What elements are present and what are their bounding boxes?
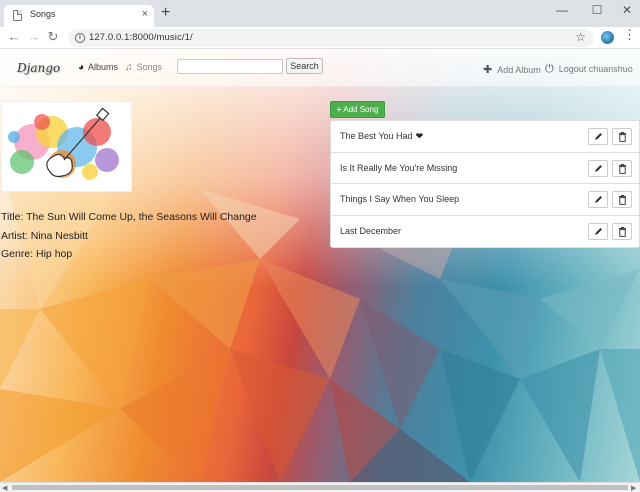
minimize-button[interactable]: — <box>552 3 572 17</box>
albums-label: Albums <box>88 62 119 72</box>
tab-title: Songs <box>30 9 56 19</box>
delete-song-button[interactable] <box>612 128 632 145</box>
pencil-icon <box>595 196 602 203</box>
song-title: Things I Say When You Sleep <box>340 194 460 204</box>
edit-song-button[interactable] <box>588 191 608 208</box>
song-row[interactable]: Is It Really Me You're Missing <box>331 153 639 184</box>
star-icon[interactable]: ☆ <box>575 30 586 44</box>
info-icon[interactable]: i <box>75 33 85 43</box>
pencil-icon <box>595 164 602 172</box>
songs-label: Songs <box>136 62 163 72</box>
album-title: Title: The Sun Will Come Up, the Seasons… <box>1 211 257 223</box>
trash-icon <box>619 163 626 174</box>
logout-label: Logout chuanshuo <box>558 64 633 74</box>
edit-song-button[interactable] <box>588 128 608 145</box>
trash-icon <box>619 195 626 205</box>
brand-logo[interactable]: Django <box>17 61 60 75</box>
scroll-left-icon[interactable]: ◀ <box>2 484 7 492</box>
album-artist: Artist: Nina Nesbitt <box>1 230 88 242</box>
song-title: The Best You Had ❤ <box>340 131 424 141</box>
delete-song-button[interactable] <box>612 222 632 240</box>
album-cover[interactable] <box>1 101 132 192</box>
heart-icon[interactable]: ❤ <box>416 131 424 141</box>
song-list: The Best You Had ❤ Is It Really Me You're… <box>330 120 640 248</box>
delete-song-button[interactable] <box>612 191 632 208</box>
search-input[interactable] <box>177 59 283 74</box>
edit-song-button[interactable] <box>588 222 608 240</box>
forward-arrow-icon[interactable]: → <box>27 30 41 44</box>
pencil-icon <box>595 227 602 235</box>
scrollbar-thumb[interactable] <box>12 485 628 490</box>
scroll-right-icon[interactable]: ▶ <box>631 484 636 492</box>
plus-icon: ✚ <box>483 64 493 76</box>
page-viewport: Django ◕ Albums ♫ Songs Search ✚ Add Album … <box>0 49 640 482</box>
trash-icon <box>619 226 626 237</box>
add-album-link[interactable]: ✚ Add Album <box>483 63 541 76</box>
menu-icon[interactable]: ⋮ <box>623 28 636 41</box>
page-icon <box>13 10 22 21</box>
browser-tab[interactable]: Songs × <box>4 5 154 27</box>
albums-link[interactable]: ◕ Albums <box>78 62 118 73</box>
song-title: Is It Really Me You're Missing <box>340 162 458 173</box>
browser-toolbar: ← → ↻ i 127.0.0.1:8000/music/1/ ☆ <box>0 27 640 49</box>
reload-icon[interactable]: ↻ <box>46 30 60 44</box>
trash-icon <box>619 132 626 142</box>
song-title: Last December <box>340 225 402 236</box>
add-song-button[interactable]: + Add Song <box>330 101 385 118</box>
logout-link[interactable]: ⏻ Logout chuanshuo <box>545 63 633 76</box>
address-bar[interactable]: i 127.0.0.1:8000/music/1/ ☆ <box>68 29 594 47</box>
music-note-icon: ♫ <box>125 62 133 73</box>
guitar-splash-image <box>8 107 119 180</box>
delete-song-button[interactable] <box>612 159 632 177</box>
close-window-button[interactable]: ✕ <box>617 3 637 17</box>
add-album-label: Add Album <box>497 65 541 75</box>
horizontal-scrollbar[interactable]: ◀ ▶ <box>0 482 640 492</box>
site-navbar: Django ◕ Albums ♫ Songs Search ✚ Add Album … <box>0 49 640 87</box>
close-tab-icon[interactable]: × <box>142 8 148 20</box>
new-tab-button[interactable]: + <box>161 4 170 22</box>
disc-icon: ◕ <box>78 62 85 73</box>
album-genre: Genre: Hip hop <box>1 248 73 260</box>
profile-icon[interactable] <box>601 31 614 44</box>
maximize-button[interactable]: ☐ <box>587 3 607 17</box>
song-row[interactable]: Things I Say When You Sleep <box>331 184 639 216</box>
power-icon: ⏻ <box>545 63 554 75</box>
add-song-label: Add Song <box>343 105 379 114</box>
songs-link[interactable]: ♫ Songs <box>125 62 162 73</box>
edit-song-button[interactable] <box>588 159 608 177</box>
pencil-icon <box>595 133 602 140</box>
back-arrow-icon[interactable]: ← <box>7 30 21 44</box>
url-text[interactable]: 127.0.0.1:8000/music/1/ <box>89 32 193 43</box>
search-button[interactable]: Search <box>286 58 323 74</box>
plus-icon: + <box>336 105 342 114</box>
browser-titlebar: Songs × + — ☐ ✕ <box>0 0 640 27</box>
song-row[interactable]: The Best You Had ❤ <box>331 121 639 153</box>
song-row[interactable]: Last December <box>331 216 639 248</box>
